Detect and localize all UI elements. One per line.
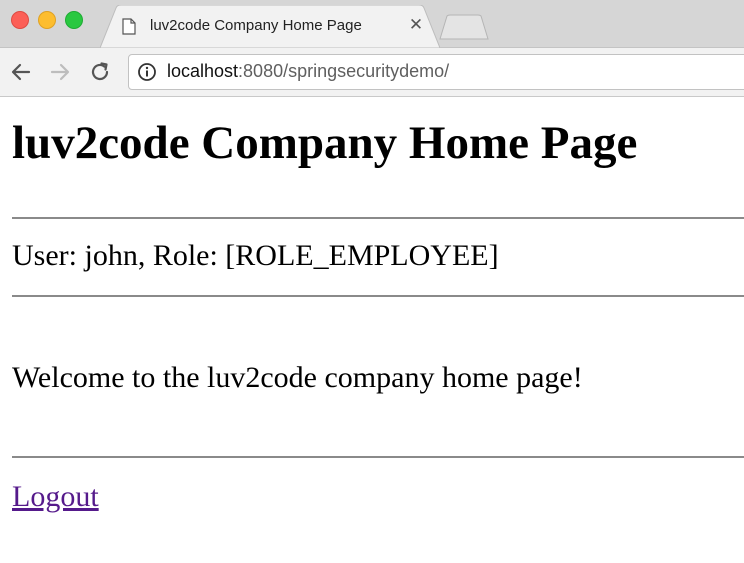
divider-bottom <box>12 456 744 458</box>
close-icon[interactable]: ✕ <box>406 15 426 35</box>
tab-title: luv2code Company Home Page <box>150 17 362 34</box>
user-role-text: User: john, Role: [ROLE_EMPLOYEE] <box>12 239 499 272</box>
divider-top <box>12 217 744 219</box>
welcome-message: Welcome to the luv2code company home pag… <box>12 361 583 394</box>
window-zoom-button[interactable] <box>65 11 83 29</box>
window-close-button[interactable] <box>11 11 29 29</box>
address-bar[interactable]: localhost:8080/springsecuritydemo/ <box>128 54 744 90</box>
page-icon <box>122 18 136 40</box>
page-content: luv2code Company Home Page User: john, R… <box>0 97 744 563</box>
tab-strip: luv2code Company Home Page ✕ <box>0 0 744 48</box>
browser-toolbar: localhost:8080/springsecuritydemo/ <box>0 48 744 97</box>
tab-active[interactable]: luv2code Company Home Page ✕ <box>100 5 440 48</box>
back-arrow-icon[interactable] <box>9 60 33 84</box>
reload-icon[interactable] <box>88 60 112 84</box>
page-title: luv2code Company Home Page <box>12 117 638 169</box>
url-host: localhost <box>167 61 239 81</box>
info-icon[interactable] <box>137 62 157 87</box>
divider-middle <box>12 295 744 297</box>
new-tab-icon[interactable] <box>438 14 490 40</box>
url-text[interactable]: localhost:8080/springsecuritydemo/ <box>167 61 449 82</box>
logout-link[interactable]: Logout <box>12 480 99 514</box>
url-path: :8080/springsecuritydemo/ <box>238 61 450 81</box>
forward-arrow-icon[interactable] <box>48 60 72 84</box>
window-minimize-button[interactable] <box>38 11 56 29</box>
